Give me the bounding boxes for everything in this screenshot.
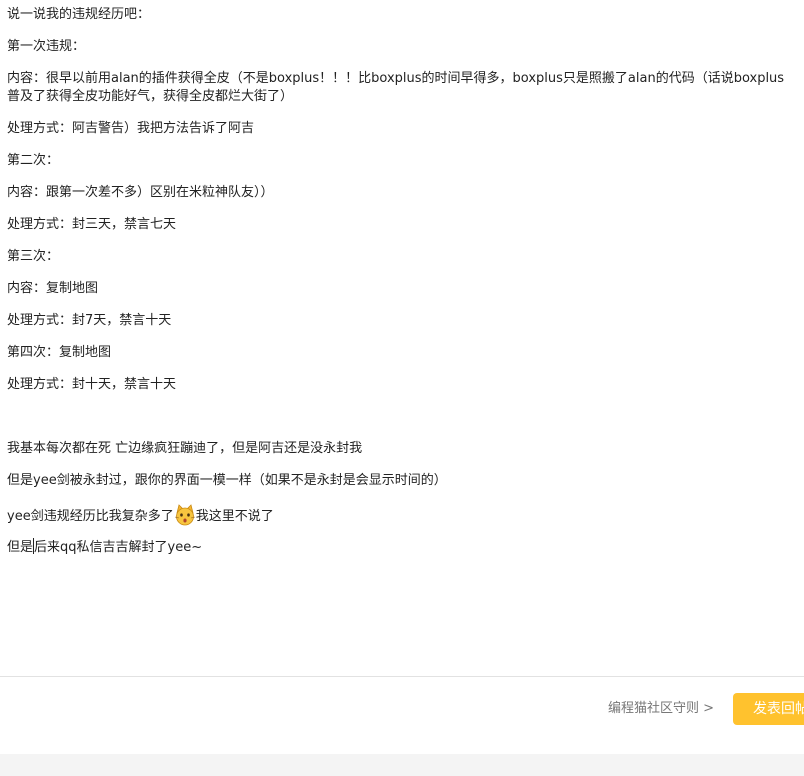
post-paragraph-with-caret: 但是后来qq私信吉吉解封了yee~ xyxy=(7,538,797,557)
blank-paragraph xyxy=(7,408,797,426)
reply-action-bar: 编程猫社区守则 > 发表回帖 xyxy=(0,676,804,755)
post-paragraph: 第一次违规： xyxy=(7,39,86,54)
post-paragraph: 第三次： xyxy=(7,249,60,264)
post-paragraph: 内容：很早以前用alan的插件获得全皮（不是boxplus！！！比boxplus… xyxy=(7,71,785,104)
emoji-line-text-after: 我这里不说了 xyxy=(195,509,274,524)
cat-face-emoji-icon xyxy=(174,504,196,526)
post-paragraph: 说一说我的违规经历吧： xyxy=(7,7,151,22)
submit-reply-button[interactable]: 发表回帖 xyxy=(733,693,804,725)
reply-editor[interactable]: 说一说我的违规经历吧： 第一次违规： 内容：很早以前用alan的插件获得全皮（不… xyxy=(0,0,804,676)
page-footer-strip xyxy=(0,754,804,776)
post-paragraph: 但是yee剑被永封过，跟你的界面一模一样（如果不是永封是会显示时间的） xyxy=(7,473,447,488)
community-rules-link[interactable]: 编程猫社区守则 > xyxy=(608,700,714,718)
post-paragraph: 第四次：复制地图 xyxy=(7,345,112,360)
post-paragraph: 处理方式：封三天，禁言七天 xyxy=(7,217,177,232)
emoji-line-text-before: yee剑违规经历比我复杂多了 xyxy=(7,509,174,524)
post-paragraph: 内容：复制地图 xyxy=(7,281,99,296)
post-paragraph: 处理方式：阿吉警告）我把方法告诉了阿吉 xyxy=(7,121,255,136)
post-paragraph: 处理方式：封7天，禁言十天 xyxy=(7,313,172,328)
last-line-text-after: 后来qq私信吉吉解封了yee~ xyxy=(34,540,203,555)
post-paragraph: 第二次： xyxy=(7,153,60,168)
last-line-text-before: 但是 xyxy=(7,540,34,555)
post-paragraph: 内容：跟第一次差不多）区别在米粒神队友）） xyxy=(7,185,274,200)
post-paragraph: 处理方式：封十天，禁言十天 xyxy=(7,377,177,392)
post-paragraph: 我基本每次都在死 亡边缘疯狂蹦迪了，但是阿吉还是没永封我 xyxy=(7,441,363,456)
post-paragraph-with-emoji: yee剑违规经历比我复杂多了 我这里不说了 xyxy=(7,504,797,528)
